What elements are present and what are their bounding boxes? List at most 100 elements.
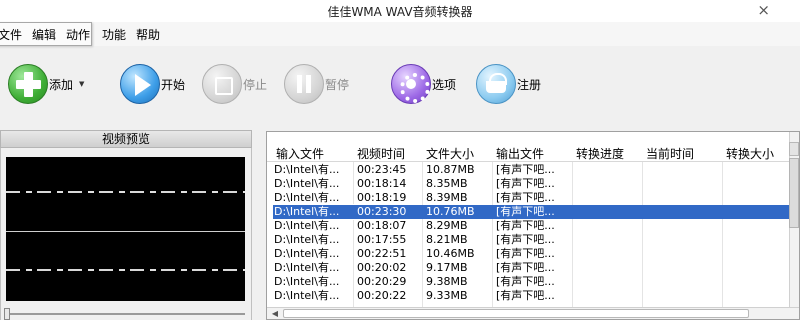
options-button[interactable]: 选项 [391, 62, 456, 106]
add-button[interactable]: 添加 ▼ [8, 62, 84, 106]
cell-input: D:\Intel\有... [274, 247, 340, 260]
gear-icon [391, 64, 431, 104]
options-label: 选项 [432, 77, 457, 92]
cell-size: 10.87MB [426, 163, 475, 176]
column-output-file[interactable]: 输出文件 [496, 145, 544, 162]
cell-input: D:\Intel\有... [274, 233, 340, 246]
seek-track[interactable] [6, 313, 245, 315]
cell-output: [有声下吧... [496, 205, 555, 218]
horizontal-scrollbar[interactable]: ◀ [267, 307, 799, 319]
cell-size: 8.21MB [426, 233, 468, 246]
cell-duration: 00:18:14 [357, 177, 407, 190]
plus-circle-icon [8, 64, 48, 104]
file-list-header: 输入文件 视频时间 文件大小 输出文件 转换进度 当前时间 转换大小 [267, 142, 791, 162]
cell-duration: 00:20:29 [357, 275, 407, 288]
menu-function[interactable]: 功能 [102, 26, 126, 43]
table-row[interactable]: D:\Intel\有... 00:20:02 9.17MB [有声下吧... [273, 261, 791, 275]
basket-icon [476, 64, 516, 104]
cell-duration: 00:18:07 [357, 219, 407, 232]
menu-edit[interactable]: 编辑 [32, 26, 56, 43]
cell-size: 9.33MB [426, 289, 468, 302]
cell-output: [有声下吧... [496, 261, 555, 274]
start-label: 开始 [161, 77, 186, 92]
cell-input: D:\Intel\有... [274, 219, 340, 232]
menu-help[interactable]: 帮助 [136, 26, 160, 43]
column-converted-size[interactable]: 转换大小 [726, 145, 774, 162]
cell-size: 10.46MB [426, 247, 475, 260]
table-row[interactable]: D:\Intel\有... 00:18:19 8.39MB [有声下吧... [273, 191, 791, 205]
add-label: 添加 [49, 77, 74, 92]
title-bar: 佳佳WMA WAV音频转换器 × [0, 0, 800, 22]
cell-duration: 00:20:02 [357, 261, 407, 274]
horizontal-scroll-thumb[interactable] [283, 309, 749, 318]
preview-title: 视频预览 [0, 130, 252, 148]
cell-output: [有声下吧... [496, 177, 555, 190]
cell-duration: 00:23:30 [357, 205, 407, 218]
table-row[interactable]: D:\Intel\有... 00:17:55 8.21MB [有声下吧... [273, 233, 791, 247]
cell-size: 9.17MB [426, 261, 468, 274]
cell-duration: 00:17:55 [357, 233, 407, 246]
video-scanline [6, 231, 245, 232]
cell-output: [有声下吧... [496, 289, 555, 302]
cell-size: 9.38MB [426, 275, 468, 288]
scroll-left-icon[interactable]: ◀ [269, 309, 281, 319]
menu-bar: 文件 编辑 动作 功能 帮助 [0, 22, 800, 46]
cell-input: D:\Intel\有... [274, 289, 340, 302]
video-subtitle-artifact [6, 269, 245, 271]
table-row[interactable]: D:\Intel\有... 00:18:14 8.35MB [有声下吧... [273, 177, 791, 191]
table-row[interactable]: D:\Intel\有... 00:18:07 8.29MB [有声下吧... [273, 219, 791, 233]
table-row[interactable]: D:\Intel\有... 00:20:22 9.33MB [有声下吧... [273, 289, 791, 303]
cell-size: 8.35MB [426, 177, 468, 190]
cell-input: D:\Intel\有... [274, 275, 340, 288]
cell-input: D:\Intel\有... [274, 261, 340, 274]
video-subtitle-artifact [6, 191, 245, 193]
cell-duration: 00:18:19 [357, 191, 407, 204]
column-input-file[interactable]: 输入文件 [276, 145, 324, 162]
table-row[interactable]: D:\Intel\有... 00:20:29 9.38MB [有声下吧... [273, 275, 791, 289]
cell-duration: 00:22:51 [357, 247, 407, 260]
cell-output: [有声下吧... [496, 163, 555, 176]
cell-input: D:\Intel\有... [274, 205, 340, 218]
window-title: 佳佳WMA WAV音频转换器 [327, 5, 473, 19]
cell-output: [有声下吧... [496, 219, 555, 232]
cell-duration: 00:20:22 [357, 289, 407, 302]
register-button[interactable]: 注册 [476, 62, 541, 106]
column-file-size[interactable]: 文件大小 [426, 145, 474, 162]
menu-file[interactable]: 文件 [0, 26, 22, 43]
video-preview [6, 157, 245, 301]
cell-input: D:\Intel\有... [274, 163, 340, 176]
toolbar: 添加 ▼ 开始 停止 暂停 选项 注册 [0, 52, 800, 116]
column-duration[interactable]: 视频时间 [357, 145, 405, 162]
menu-action[interactable]: 动作 [66, 26, 90, 43]
stop-label: 停止 [243, 77, 268, 92]
table-row[interactable]: D:\Intel\有... 00:23:45 10.87MB [有声下吧... [273, 163, 791, 177]
vertical-scroll-thumb[interactable] [789, 158, 799, 228]
cell-output: [有声下吧... [496, 247, 555, 260]
table-row-selected[interactable]: D:\Intel\有... 00:23:30 10.76MB [有声下吧... [272, 204, 792, 220]
cell-output: [有声下吧... [496, 233, 555, 246]
video-preview-panel [0, 148, 252, 320]
pause-button[interactable]: 暂停 [284, 62, 349, 106]
start-button[interactable]: 开始 [120, 62, 185, 106]
cell-input: D:\Intel\有... [274, 177, 340, 190]
seek-slider-thumb[interactable] [4, 308, 10, 320]
close-icon[interactable]: × [757, 1, 770, 19]
stop-button[interactable]: 停止 [202, 62, 267, 106]
pause-circle-icon [284, 64, 324, 104]
register-label: 注册 [517, 77, 542, 92]
scroll-up-button[interactable] [789, 142, 799, 156]
cell-output: [有声下吧... [496, 275, 555, 288]
cell-duration: 00:23:45 [357, 163, 407, 176]
table-row[interactable]: D:\Intel\有... 00:22:51 10.46MB [有声下吧... [273, 247, 791, 261]
cell-size: 8.29MB [426, 219, 468, 232]
cell-input: D:\Intel\有... [274, 191, 340, 204]
chevron-down-icon[interactable]: ▼ [79, 80, 84, 88]
cell-size: 8.39MB [426, 191, 468, 204]
play-circle-icon [120, 64, 160, 104]
pause-label: 暂停 [325, 77, 350, 92]
column-current-time[interactable]: 当前时间 [646, 145, 694, 162]
column-progress[interactable]: 转换进度 [576, 145, 624, 162]
file-list: 输入文件 视频时间 文件大小 输出文件 转换进度 当前时间 转换大小 D:\In… [266, 131, 800, 320]
cell-output: [有声下吧... [496, 191, 555, 204]
stop-circle-icon [202, 64, 242, 104]
